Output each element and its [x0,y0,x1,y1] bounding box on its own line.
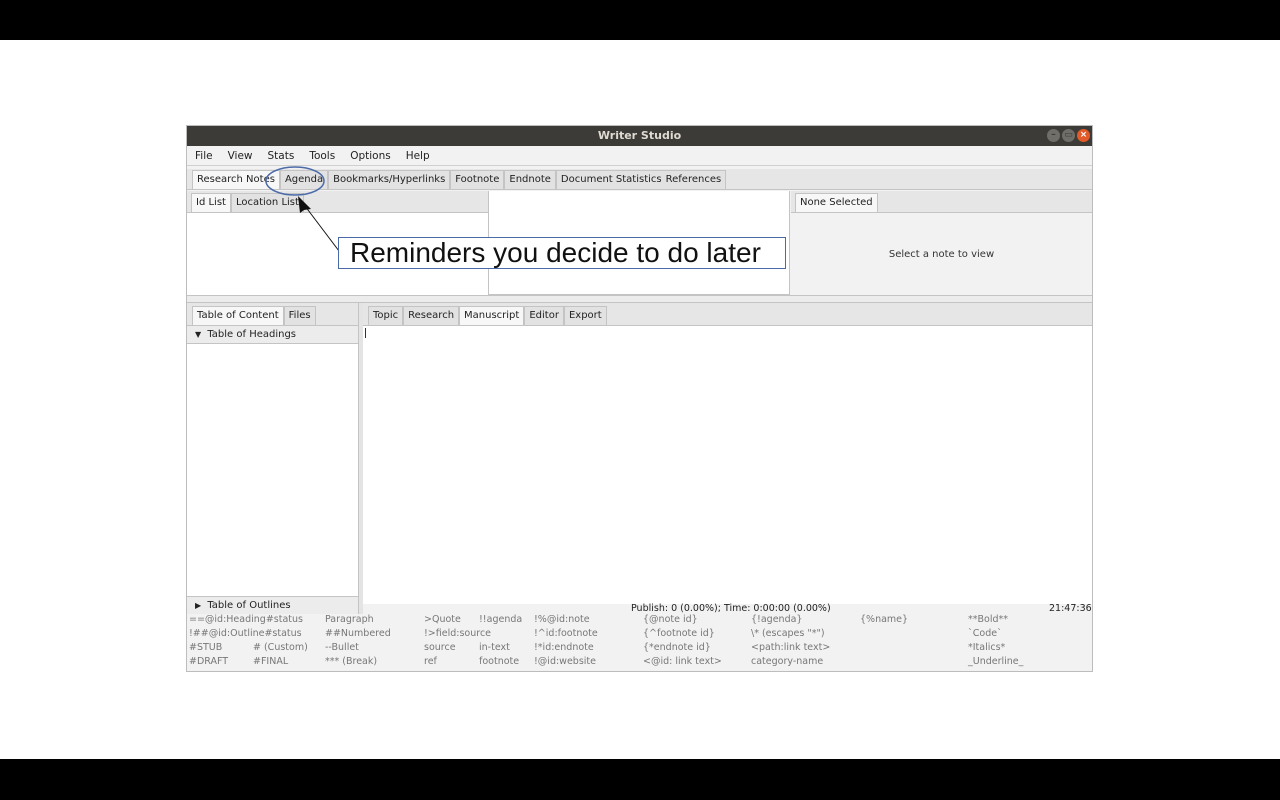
screen-background: Writer Studio – ▭ × File View Stats Tool… [0,40,1280,759]
agenda-highlight-ellipse [265,166,325,196]
callout-arrow-line [304,205,340,252]
callout-box: Reminders you decide to do later [338,237,786,269]
callout-arrowhead [298,196,311,213]
callout-overlay [265,166,340,252]
callout-text: Reminders you decide to do later [350,237,761,268]
